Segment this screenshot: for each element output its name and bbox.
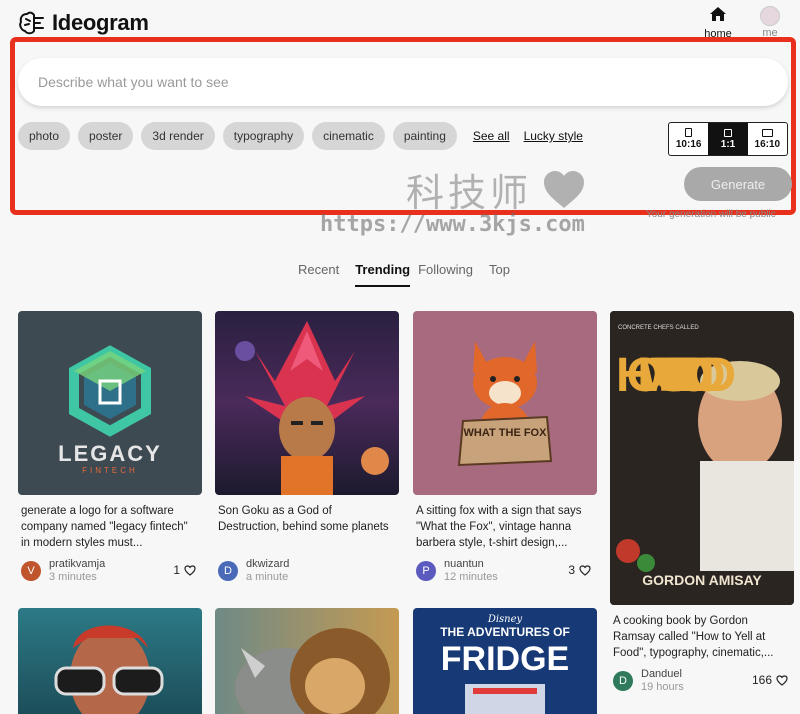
landscape-icon bbox=[761, 128, 773, 137]
card-image[interactable] bbox=[18, 608, 202, 714]
portrait-icon bbox=[685, 128, 693, 137]
chip-cinematic[interactable]: cinematic bbox=[312, 122, 385, 150]
feed-card[interactable]: LEGACY FINTECH generate a logo for a sof… bbox=[18, 311, 202, 583]
public-note: Your generation will be public bbox=[646, 209, 776, 220]
card-meta: P nuantun 12 minutes 3 bbox=[413, 558, 597, 583]
heart-outline-icon bbox=[579, 564, 591, 576]
thumb-title: WHAT THE FOX bbox=[464, 427, 548, 439]
card-image[interactable] bbox=[215, 311, 399, 495]
thumb-brand: Disney bbox=[487, 614, 523, 625]
card-meta: D dkwizard a minute bbox=[215, 558, 399, 583]
watermark-cn: 科技师 bbox=[406, 171, 533, 215]
thumb-title: THE ADVENTURES OF bbox=[440, 625, 570, 639]
app-name: Ideogram bbox=[52, 10, 149, 35]
heart-outline-icon bbox=[776, 674, 788, 686]
prompt-box[interactable] bbox=[18, 58, 788, 106]
thumb-subtitle: FRIDGE bbox=[441, 640, 569, 678]
book-cover-artwork: CONCRETE CHEFS CALLED HOW TO YELL AT FOO… bbox=[610, 311, 794, 605]
chip-photo[interactable]: photo bbox=[18, 122, 71, 150]
username[interactable]: dkwizard bbox=[246, 558, 289, 571]
ratio-label: 16:10 bbox=[754, 138, 781, 150]
user-avatar[interactable]: P bbox=[416, 561, 436, 581]
nav-me[interactable]: me bbox=[752, 6, 788, 39]
square-icon bbox=[723, 128, 732, 137]
like-count: 3 bbox=[568, 563, 575, 577]
like-button[interactable]: 1 bbox=[173, 563, 196, 577]
animal-artwork bbox=[235, 628, 390, 714]
thumb-small-title: CONCRETE CHEFS CALLED bbox=[618, 325, 699, 331]
like-count: 1 bbox=[173, 563, 180, 577]
card-caption: generate a logo for a software company n… bbox=[21, 505, 188, 549]
like-count: 166 bbox=[751, 673, 772, 687]
thumb-title: HOW TO YELL AT FOOD bbox=[616, 349, 736, 402]
like-button[interactable]: 3 bbox=[568, 563, 591, 577]
feed-tabs: Recent Trending Following Top bbox=[298, 262, 526, 287]
tab-top[interactable]: Top bbox=[489, 262, 518, 287]
chip-painting[interactable]: painting bbox=[392, 122, 457, 150]
card-caption: A cooking book by Gordon Ramsay called "… bbox=[613, 615, 774, 659]
chip-poster[interactable]: poster bbox=[78, 122, 134, 150]
timestamp: 19 hours bbox=[641, 681, 684, 693]
style-chips: photo poster 3d render typography cinema… bbox=[18, 122, 583, 150]
card-caption: A sitting fox with a sign that says "Wha… bbox=[416, 505, 582, 549]
portrait-artwork bbox=[54, 625, 164, 714]
ratio-label: 10:16 bbox=[675, 139, 702, 150]
see-all-link[interactable]: See all bbox=[473, 129, 510, 143]
timestamp: 3 minutes bbox=[49, 571, 97, 583]
watermark-text: 科技师 bbox=[406, 162, 586, 217]
generate-button[interactable]: Generate bbox=[684, 167, 792, 201]
poster-artwork: Disney THE ADVENTURES OF FRIDGE bbox=[440, 614, 570, 714]
fox-artwork: WHAT THE FOX bbox=[457, 341, 553, 467]
username[interactable]: pratikvamja bbox=[49, 558, 105, 571]
lucky-style-link[interactable]: Lucky style bbox=[524, 129, 583, 143]
card-image[interactable] bbox=[215, 608, 399, 714]
user-avatar[interactable]: V bbox=[21, 561, 41, 581]
feed-card[interactable] bbox=[215, 608, 399, 714]
thumb-title: LEGACY bbox=[58, 441, 162, 466]
user-avatar[interactable]: D bbox=[218, 561, 238, 581]
ratio-16-10[interactable]: 16:10 bbox=[748, 123, 787, 155]
aspect-ratio-selector: 10:16 1:1 16:10 bbox=[668, 122, 788, 156]
chip-typography[interactable]: typography bbox=[222, 122, 305, 150]
feed-card[interactable]: WHAT THE FOX A sitting fox with a sign t… bbox=[413, 311, 597, 583]
timestamp: 12 minutes bbox=[444, 571, 498, 583]
home-icon bbox=[710, 7, 726, 21]
avatar bbox=[760, 6, 780, 26]
tab-recent[interactable]: Recent bbox=[298, 262, 347, 287]
feed-card[interactable]: Disney THE ADVENTURES OF FRIDGE bbox=[413, 608, 597, 714]
feed-card[interactable] bbox=[18, 608, 202, 714]
nav-home[interactable]: home bbox=[700, 6, 736, 40]
chip-3d-render[interactable]: 3d render bbox=[141, 122, 215, 150]
ratio-1-1[interactable]: 1:1 bbox=[708, 123, 748, 155]
card-image[interactable]: LEGACY FINTECH bbox=[18, 311, 202, 495]
like-button[interactable]: 166 bbox=[752, 673, 788, 687]
logo-artwork: LEGACY FINTECH bbox=[58, 345, 162, 475]
ratio-10-16[interactable]: 10:16 bbox=[669, 123, 708, 155]
user-avatar[interactable]: D bbox=[613, 671, 633, 691]
tab-following[interactable]: Following bbox=[418, 262, 481, 287]
ratio-label: 1:1 bbox=[720, 138, 736, 150]
card-image[interactable]: Disney THE ADVENTURES OF FRIDGE bbox=[413, 608, 597, 714]
card-image[interactable]: WHAT THE FOX bbox=[413, 311, 597, 495]
tab-trending[interactable]: Trending bbox=[355, 262, 411, 287]
card-image[interactable]: CONCRETE CHEFS CALLED HOW TO YELL AT FOO… bbox=[610, 311, 794, 605]
watermark-url: https://www.3kjs.com bbox=[320, 212, 585, 237]
heart-icon bbox=[544, 170, 585, 208]
card-caption: Son Goku as a God of Destruction, behind… bbox=[218, 505, 389, 533]
character-artwork bbox=[235, 321, 389, 495]
timestamp: a minute bbox=[246, 571, 289, 583]
username[interactable]: Danduel bbox=[641, 668, 684, 681]
thumb-subtitle: FINTECH bbox=[82, 466, 138, 475]
thumb-subtitle: GORDON AMISAY bbox=[642, 572, 762, 588]
heart-outline-icon bbox=[184, 564, 196, 576]
prompt-input[interactable] bbox=[38, 74, 768, 90]
feed-card[interactable]: Son Goku as a God of Destruction, behind… bbox=[215, 311, 399, 583]
card-meta: D Danduel 19 hours 166 bbox=[610, 668, 794, 693]
brain-logo-icon bbox=[19, 11, 44, 35]
username[interactable]: nuantun bbox=[444, 558, 498, 571]
app-logo[interactable]: Ideogram bbox=[18, 9, 149, 37]
card-meta: V pratikvamja 3 minutes 1 bbox=[18, 558, 202, 583]
feed-card[interactable]: CONCRETE CHEFS CALLED HOW TO YELL AT FOO… bbox=[610, 311, 794, 693]
